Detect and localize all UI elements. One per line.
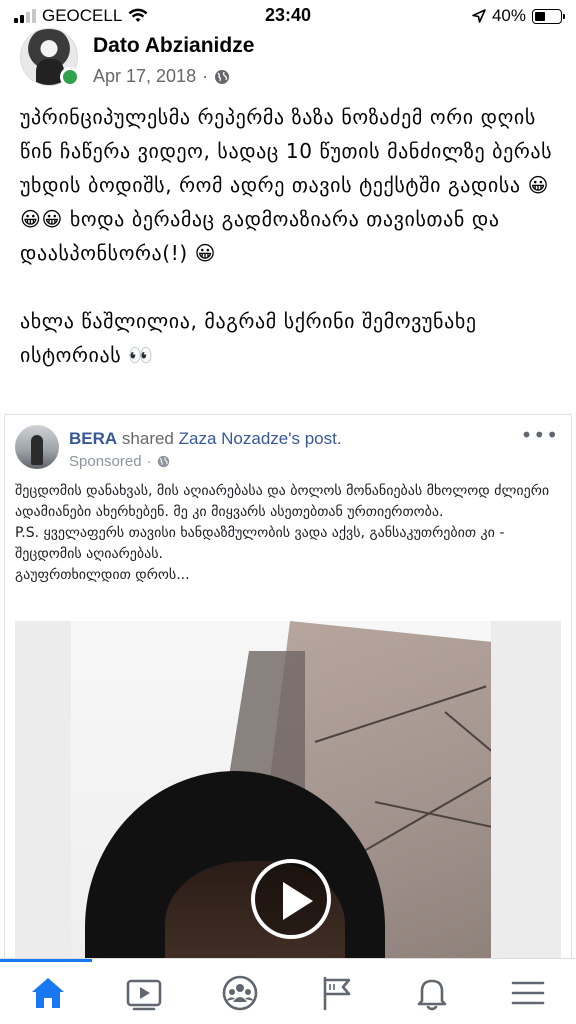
bottom-nav xyxy=(0,958,576,1024)
shared-verb: shared xyxy=(121,429,174,448)
watch-icon xyxy=(126,979,162,1011)
nav-notifications[interactable] xyxy=(410,971,454,1015)
post-meta: Apr 17, 2018 · xyxy=(93,66,230,87)
online-status-dot xyxy=(60,67,80,87)
groups-icon xyxy=(222,975,258,1011)
status-right: 40% xyxy=(472,6,565,26)
video-letterbox-left xyxy=(15,621,71,973)
shared-post-text: შეცდომის დანახვას, მის აღიარებასა და ბოლ… xyxy=(15,481,565,586)
shared-post-card[interactable]: BERA shared Zaza Nozadze's post. Sponsor… xyxy=(4,414,572,974)
nav-menu[interactable] xyxy=(506,971,550,1015)
shared-text-line-3: გაუფრთხილდით დროს... xyxy=(15,567,190,583)
shared-text-line-2: P.S. ყველაფერს თავისი ხანდაზმულობის ვადა… xyxy=(15,525,505,562)
nav-home[interactable] xyxy=(26,971,70,1015)
post-text: უპრინციპულესმა რეპერმა ზაზა ნოზაძემ ორი … xyxy=(20,100,560,406)
video-player[interactable] xyxy=(15,621,561,973)
location-arrow-icon xyxy=(472,9,486,23)
home-icon xyxy=(32,978,64,1008)
battery-icon xyxy=(532,8,565,24)
status-bar: GEOCELL 23:40 40% xyxy=(0,0,576,32)
nav-pages[interactable] xyxy=(314,971,358,1015)
shared-post-title: BERA shared Zaza Nozadze's post. xyxy=(69,429,342,449)
shared-text-line-1: შეცდომის დანახვას, მის აღიარებასა და ბოლ… xyxy=(15,483,550,520)
menu-icon xyxy=(511,981,545,1005)
nav-active-indicator xyxy=(0,959,92,962)
video-letterbox-right xyxy=(491,621,561,973)
pages-flag-icon xyxy=(323,976,351,1011)
sponsored-label: Sponsored xyxy=(69,453,142,470)
original-post-link[interactable]: Zaza Nozadze's post. xyxy=(179,429,342,448)
play-button-icon[interactable] xyxy=(251,859,331,939)
meta-separator: · xyxy=(202,66,209,86)
globe-icon xyxy=(215,69,230,84)
shared-page-name[interactable]: BERA xyxy=(69,429,117,448)
post-paragraph-1: უპრინციპულესმა რეპერმა ზაზა ნოზაძემ ორი … xyxy=(20,105,553,265)
globe-icon xyxy=(157,455,169,468)
post-date[interactable]: Apr 17, 2018 xyxy=(93,66,196,87)
nav-watch[interactable] xyxy=(122,971,166,1015)
notifications-bell-icon xyxy=(417,979,447,1011)
battery-percent: 40% xyxy=(491,6,526,25)
more-options-icon[interactable]: ••• xyxy=(521,423,559,447)
sponsored-meta: Sponsored · xyxy=(69,453,170,470)
post-paragraph-2: ახლა წაშლილია, მაგრამ სქრინი შემოვუნახე … xyxy=(20,309,477,367)
battery-fill xyxy=(535,11,545,21)
sponsored-separator: · xyxy=(146,453,152,470)
author-name[interactable]: Dato Abzianidze xyxy=(93,34,254,58)
shared-page-avatar[interactable] xyxy=(15,425,59,469)
nav-groups[interactable] xyxy=(218,971,262,1015)
